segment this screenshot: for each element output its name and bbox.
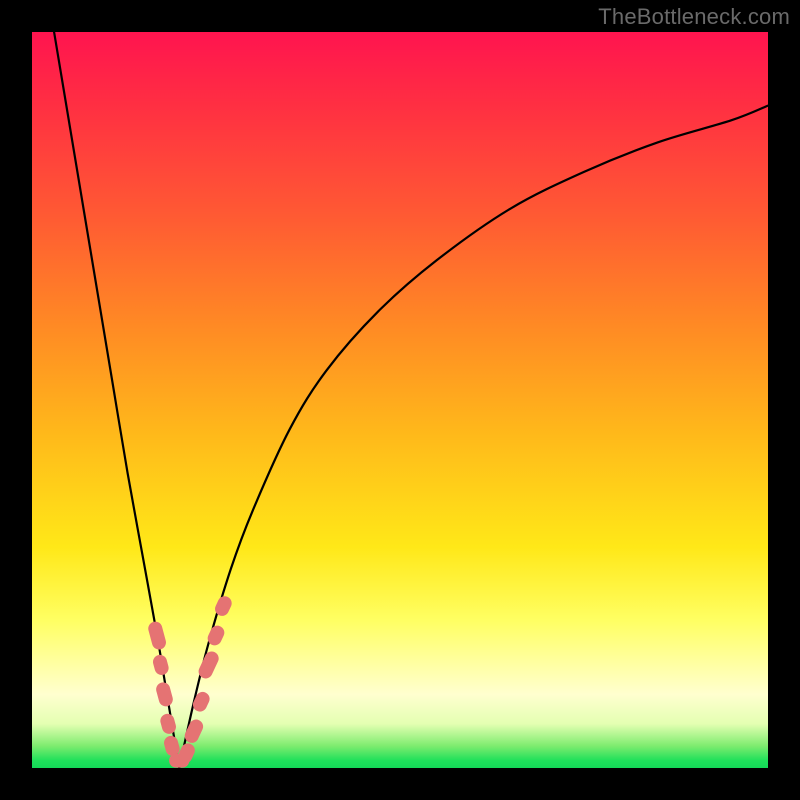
marker-layer [147,594,234,768]
curve-right-branch [179,106,768,768]
highlight-marker [191,690,212,714]
highlight-marker [147,620,168,651]
chart-svg [32,32,768,768]
highlight-marker [159,712,178,735]
highlight-marker [151,653,170,676]
watermark-text: TheBottleneck.com [598,4,790,30]
chart-frame: TheBottleneck.com [0,0,800,800]
highlight-marker [155,681,175,708]
plot-area [32,32,768,768]
